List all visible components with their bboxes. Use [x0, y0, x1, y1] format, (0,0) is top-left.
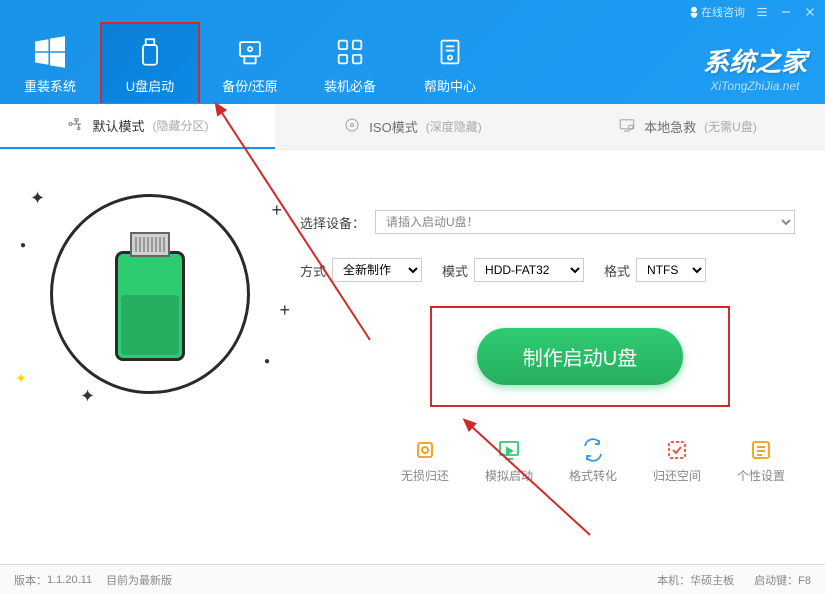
format-select[interactable]: NTFS	[636, 258, 706, 282]
bootkey-label: 启动键：	[754, 575, 798, 587]
nav-label: 装机必备	[300, 76, 400, 95]
form: 选择设备： 请插入启动U盘！ 方式 全新制作 模式 HDD-FAT32 格式	[300, 180, 825, 407]
nav-item-help[interactable]: 帮助中心	[400, 24, 500, 103]
rescue-icon	[618, 116, 636, 137]
mode-tab-sub: (深度隐藏)	[426, 118, 482, 135]
sparkle-icon: ✦	[15, 370, 27, 387]
convert-icon	[569, 437, 617, 463]
consult-link[interactable]: 在线咨询	[687, 4, 745, 20]
tool-reclaim[interactable]: 归还空间	[653, 437, 701, 484]
action-box: 制作启动U盘	[430, 306, 730, 407]
tool-label: 无损归还	[401, 467, 449, 484]
sparkle-icon: +	[271, 200, 282, 221]
mode-tab-label: 默认模式	[92, 116, 144, 135]
sparkle-icon: ●	[20, 240, 26, 251]
bootkey-value: F8	[798, 575, 811, 587]
tool-settings[interactable]: 个性设置	[737, 437, 785, 484]
windows-icon	[0, 32, 100, 72]
method-select[interactable]: 全新制作	[332, 258, 422, 282]
nav-label: 重装系统	[0, 76, 100, 95]
close-icon[interactable]	[803, 5, 817, 19]
help-icon	[400, 32, 500, 72]
machine-value: 华硕主板	[690, 575, 734, 587]
list-icon	[737, 437, 785, 463]
tool-label: 格式转化	[569, 467, 617, 484]
minimize-icon[interactable]	[779, 5, 793, 19]
nav-item-usb-boot[interactable]: U盘启动	[100, 22, 200, 103]
titlebar: 在线咨询	[687, 4, 817, 20]
mode-tabs: 默认模式 (隐藏分区) ISO模式 (深度隐藏) 本地急救 (无需U盘)	[0, 104, 825, 150]
main: ✦ + ● + ✦ ✦ ● 选择设备： 请插入启动U盘！ 方式 全新制作 模式 …	[0, 150, 825, 417]
apps-icon	[300, 32, 400, 72]
nav-item-backup[interactable]: 备份/还原	[200, 24, 300, 103]
mode-tab-label: 本地急救	[644, 117, 696, 136]
mode-select[interactable]: HDD-FAT32	[474, 258, 584, 282]
mode-tab-default[interactable]: 默认模式 (隐藏分区)	[0, 104, 275, 149]
usb-illustration: ✦ + ● + ✦ ✦ ●	[0, 180, 300, 407]
restore-icon	[401, 437, 449, 463]
header: 在线咨询 重装系统 U盘启动 备份/还原	[0, 0, 825, 104]
consult-label: 在线咨询	[701, 4, 745, 20]
tool-row: 无损归还 模拟启动 格式转化 归还空间 个性设置	[0, 417, 825, 484]
nav-label: 备份/还原	[200, 76, 300, 95]
device-row: 选择设备： 请插入启动U盘！	[300, 210, 795, 234]
mode-tab-sub: (隐藏分区)	[153, 117, 209, 134]
version-label: 版本：	[14, 572, 47, 588]
brand-title: 系统之家	[703, 42, 807, 79]
tool-label: 个性设置	[737, 467, 785, 484]
tool-convert[interactable]: 格式转化	[569, 437, 617, 484]
menu-icon[interactable]	[755, 5, 769, 19]
usb-icon	[102, 32, 198, 72]
mode-label: 模式	[442, 261, 468, 280]
mode-tab-sub: (无需U盘)	[704, 118, 757, 135]
nav-item-reinstall[interactable]: 重装系统	[0, 24, 100, 103]
statusbar: 版本： 1.1.20.11 目前为最新版 本机：华硕主板 启动键：F8	[0, 564, 825, 594]
device-label: 选择设备：	[300, 213, 365, 232]
sparkle-icon: +	[279, 300, 290, 321]
reclaim-icon	[653, 437, 701, 463]
mode-tab-local[interactable]: 本地急救 (无需U盘)	[550, 104, 825, 149]
backup-icon	[200, 32, 300, 72]
sparkle-icon: ✦	[30, 188, 45, 209]
machine-label: 本机：	[657, 575, 690, 587]
nav-label: U盘启动	[102, 76, 198, 95]
sparkle-icon: ✦	[80, 386, 95, 407]
format-label: 格式	[604, 261, 630, 280]
create-boot-usb-button[interactable]: 制作启动U盘	[477, 328, 683, 385]
mode-tab-label: ISO模式	[369, 117, 417, 136]
tool-label: 模拟启动	[485, 467, 533, 484]
nav-label: 帮助中心	[400, 76, 500, 95]
device-select[interactable]: 请插入启动U盘！	[375, 210, 795, 234]
nav-item-essentials[interactable]: 装机必备	[300, 24, 400, 103]
penguin-icon	[687, 5, 701, 19]
version-value: 1.1.20.11	[47, 574, 92, 586]
options-row: 方式 全新制作 模式 HDD-FAT32 格式 NTFS	[300, 258, 795, 282]
brand: 系统之家 XiTongZhiJia.net	[703, 42, 807, 93]
tool-simulate[interactable]: 模拟启动	[485, 437, 533, 484]
usb-small-icon	[66, 115, 84, 136]
mode-tab-iso[interactable]: ISO模式 (深度隐藏)	[275, 104, 550, 149]
tool-lossless[interactable]: 无损归还	[401, 437, 449, 484]
latest-text: 目前为最新版	[106, 572, 172, 588]
monitor-icon	[485, 437, 533, 463]
sparkle-icon: ●	[264, 356, 270, 367]
brand-subtitle: XiTongZhiJia.net	[703, 79, 807, 93]
method-label: 方式	[300, 261, 326, 280]
tool-label: 归还空间	[653, 467, 701, 484]
iso-icon	[343, 116, 361, 137]
